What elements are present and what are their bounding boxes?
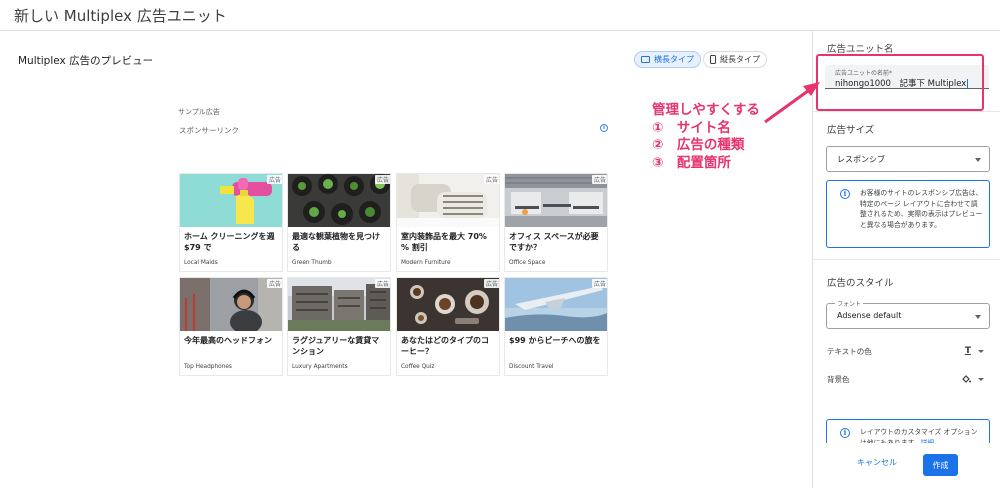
ad-headline: オフィス スペースが必要ですか？ <box>509 232 599 252</box>
ad-card-office-space[interactable]: 広告 オフィス スペースが必要ですか？ Office Space <box>504 173 608 272</box>
sponsored-label: スポンサーリンク <box>179 126 239 135</box>
ad-size-section-title: 広告サイズ <box>827 125 875 136</box>
preview-title: Multiplex 広告のプレビュー <box>18 55 154 67</box>
info-icon: i <box>840 428 850 438</box>
ad-brand: Luxury Apartments <box>292 364 348 370</box>
ad-badge: 広告 <box>374 279 390 288</box>
ad-headline: 室内装飾品を最大 70% % 割引 <box>401 232 487 252</box>
divider <box>813 111 1000 112</box>
cancel-button[interactable]: キャンセル <box>857 457 897 468</box>
ad-image-plants: 広告 <box>288 174 390 227</box>
annotation-line: ③ 配置箇所 <box>652 154 731 171</box>
ad-card-coffee-quiz[interactable]: 広告 あなたはどのタイプのコーヒー？ Coffee Quiz <box>396 277 500 376</box>
annotation-text: 管理しやすくする ① サイト名 ② 広告の種類 ③ 配置箇所 <box>652 102 760 172</box>
annotation-line: ① サイト名 <box>652 119 731 136</box>
ad-headline: ラグジュアリーな賃貸マンション <box>292 336 380 356</box>
annotation-line: ② 広告の種類 <box>652 137 745 153</box>
ad-badge: 広告 <box>591 279 607 288</box>
font-value: Adsense default <box>837 311 902 320</box>
text-color-label: テキストの色 <box>827 347 872 356</box>
annotation-highlight-box <box>816 54 984 111</box>
ad-brand: Coffee Quiz <box>401 364 435 370</box>
ad-info-icon[interactable]: i <box>600 124 608 132</box>
ad-image-apartments: 広告 <box>288 278 390 331</box>
bg-color-label: 背景色 <box>827 375 850 384</box>
ad-size-info-text: お客様のサイトのレスポンシブ広告は、特定のページ レイアウトに合わせて調整される… <box>860 189 983 229</box>
create-button[interactable]: 作成 <box>923 454 958 476</box>
ad-size-info-box: i お客様のサイトのレスポンシブ広告は、特定のページ レイアウトに合わせて調整さ… <box>826 180 990 248</box>
ad-brand: Discount Travel <box>509 364 554 370</box>
portrait-toggle[interactable]: 縦長タイプ <box>703 51 767 68</box>
chevron-down-icon <box>975 315 981 319</box>
paint-bucket-icon <box>961 374 971 387</box>
ad-card-top-headphones[interactable]: 広告 今年最高のヘッドフォン Top Headphones <box>179 277 283 376</box>
ad-badge: 広告 <box>374 175 390 184</box>
ad-image-coffee: 広告 <box>397 278 499 331</box>
ad-style-section-title: 広告のスタイル <box>827 278 894 289</box>
ad-brand: Local Maids <box>184 260 218 266</box>
divider <box>813 259 1000 260</box>
landscape-label: 横長タイプ <box>654 55 694 64</box>
ad-card-discount-travel[interactable]: 広告 $99 からビーチへの旅を Discount Travel <box>504 277 608 376</box>
font-select[interactable]: フォント Adsense default <box>826 299 990 329</box>
chevron-down-icon <box>978 378 984 381</box>
ad-headline: $99 からビーチへの旅を <box>509 336 601 345</box>
ad-headline: 最適な観葉植物を見つける <box>292 232 380 252</box>
ad-headline: 今年最高のヘッドフォン <box>184 336 272 345</box>
ad-badge: 広告 <box>483 175 499 184</box>
footer-actions: キャンセル 作成 <box>813 443 1000 488</box>
ad-headline: あなたはどのタイプのコーヒー？ <box>401 336 489 356</box>
ad-badge: 広告 <box>266 175 282 184</box>
ad-image-pillows: 広告 <box>397 174 499 227</box>
ad-badge: 広告 <box>483 279 499 288</box>
landscape-icon <box>641 56 650 63</box>
portrait-label: 縦長タイプ <box>720 55 760 64</box>
ad-headline: ホーム クリーニングを週 $79 で <box>184 232 275 252</box>
page-title: 新しい Multiplex 広告ユニット <box>14 7 227 25</box>
ad-image-cleaning: 広告 <box>180 174 282 227</box>
info-icon: i <box>840 189 850 199</box>
portrait-icon <box>710 55 716 64</box>
ad-badge: 広告 <box>266 279 282 288</box>
text-color-icon: T <box>964 346 971 356</box>
chevron-down-icon <box>975 158 981 162</box>
bg-color-row[interactable]: 背景色 <box>827 374 987 388</box>
font-label: フォント <box>835 299 864 308</box>
landscape-toggle[interactable]: 横長タイプ <box>634 51 701 68</box>
ad-size-select[interactable]: レスポンシブ <box>826 146 990 172</box>
ad-card-modern-furniture[interactable]: 広告 室内装飾品を最大 70% % 割引 Modern Furniture <box>396 173 500 272</box>
ad-card-luxury-apartments[interactable]: 広告 ラグジュアリーな賃貸マンション Luxury Apartments <box>287 277 391 376</box>
chevron-down-icon <box>978 350 984 353</box>
ad-image-office: 広告 <box>505 174 607 227</box>
ad-card-green-thumb[interactable]: 広告 最適な観葉植物を見つける Green Thumb <box>287 173 391 272</box>
ad-card-local-maids[interactable]: 広告 ホーム クリーニングを週 $79 で Local Maids <box>179 173 283 272</box>
ad-size-value: レスポンシブ <box>837 155 885 164</box>
unit-name-section-title: 広告ユニット名 <box>827 44 894 55</box>
ad-brand: Top Headphones <box>184 364 232 370</box>
annotation-line: 管理しやすくする <box>652 102 760 118</box>
ad-badge: 広告 <box>591 175 607 184</box>
ad-image-headphones: 広告 <box>180 278 282 331</box>
sample-ad-label: サンプル広告 <box>178 108 220 116</box>
ad-brand: Office Space <box>509 260 546 266</box>
text-color-row[interactable]: テキストの色 T <box>827 346 987 360</box>
ad-image-airplane: 広告 <box>505 278 607 331</box>
ad-brand: Green Thumb <box>292 260 332 266</box>
ad-brand: Modern Furniture <box>401 260 451 266</box>
page-header: 新しい Multiplex 広告ユニット <box>0 0 1000 31</box>
